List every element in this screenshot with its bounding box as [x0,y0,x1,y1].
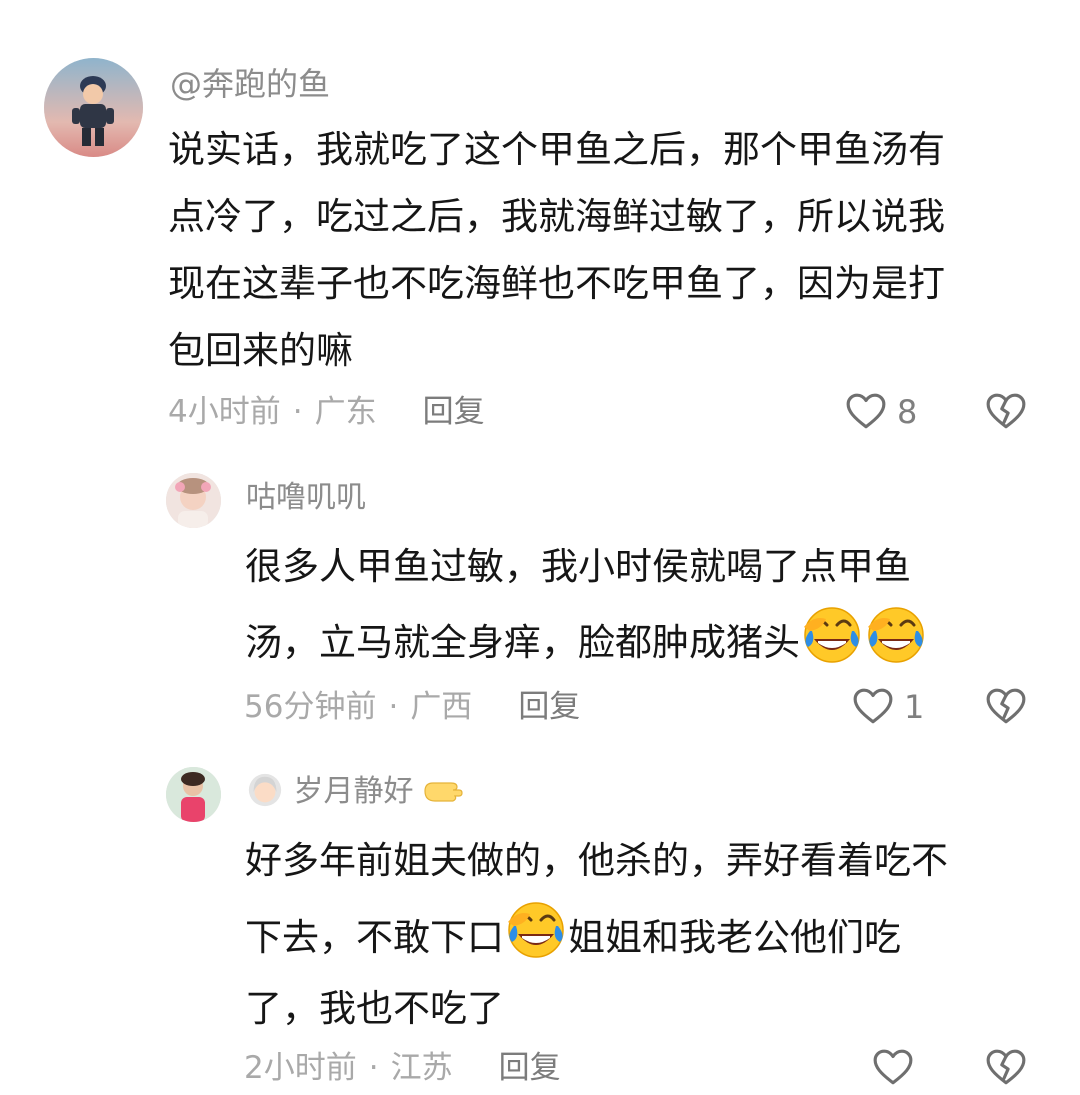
comment-line: 下去，不敢下口 姐姐和我老公他们吃 [245,896,948,973]
comment-meta: 4小时前 · 广东 回复 [168,390,485,434]
laugh-cry-emoji [864,601,928,665]
location: 广西 [410,689,473,725]
username[interactable]: @奔跑的鱼 [170,62,330,106]
like-count: 1 [904,688,925,726]
timestamp: 4小时前 [168,394,281,430]
comment-text: 很多人甲鱼过敏，我小时侯就喝了点甲鱼 汤，立马就全身痒，脸都肿成猪头 [245,533,928,677]
comment-line: 说实话，我就吃了这个甲鱼之后，那个甲鱼汤有 [168,128,945,171]
separator: · [368,1050,379,1086]
laugh-cry-emoji [504,896,568,960]
comment-line-text: 下去，不敢下口 [245,916,504,959]
avatar[interactable] [44,58,143,157]
reply-button[interactable]: 回复 [499,1046,561,1090]
username-row: 岁月静好 [246,771,463,813]
avatar[interactable] [166,473,221,528]
comment-line: 了，我也不吃了 [245,987,504,1030]
comment-line: 很多人甲鱼过敏，我小时侯就喝了点甲鱼 [245,545,911,588]
timestamp: 2小时前 [244,1050,357,1086]
heart-icon [852,686,894,728]
heart-icon [845,391,887,433]
comment-line-text: 姐姐和我老公他们吃 [568,916,901,959]
heart-icon [872,1047,914,1089]
broken-heart-icon[interactable] [985,686,1027,728]
avatar[interactable] [166,767,221,822]
comment-meta: 56分钟前 · 广西 回复 [244,685,580,729]
comment-line: 包回来的嘛 [168,329,353,372]
separator: · [292,394,303,430]
woman-emoji [248,773,282,807]
broken-heart-icon[interactable] [985,391,1027,433]
laugh-cry-emoji [800,601,864,665]
comment-line: 好多年前姐夫做的，他杀的，弄好看着吃不 [245,839,948,882]
username[interactable]: 岁月静好 [294,774,414,809]
comment-line: 汤，立马就全身痒，脸都肿成猪头 [245,601,928,677]
comment-meta: 2小时前 · 江苏 回复 [244,1046,561,1090]
like-button[interactable]: 1 [852,685,924,729]
comment-text: 说实话，我就吃了这个甲鱼之后，那个甲鱼汤有 点冷了，吃过之后，我就海鲜过敏了，所… [168,116,945,384]
location: 江苏 [390,1050,453,1086]
broken-heart-icon[interactable] [985,1047,1027,1089]
like-button[interactable] [872,1046,914,1090]
reply-button[interactable]: 回复 [423,390,485,434]
like-count: 8 [897,393,918,431]
username[interactable]: 咕噜叽叽 [246,477,366,519]
reply-button[interactable]: 回复 [518,685,580,729]
comment-text: 好多年前姐夫做的，他杀的，弄好看着吃不 下去，不敢下口 姐姐和我老公他们吃 了，我… [245,825,948,1044]
comment-line-text: 汤，立马就全身痒，脸都肿成猪头 [245,621,800,664]
location: 广东 [314,394,377,430]
comment-line: 现在这辈子也不吃海鲜也不吃甲鱼了，因为是打 [168,262,945,305]
separator: · [388,689,399,725]
hand-emoji [424,782,463,802]
comment-line: 点冷了，吃过之后，我就海鲜过敏了，所以说我 [168,195,945,238]
timestamp: 56分钟前 [244,689,377,725]
like-button[interactable]: 8 [845,390,917,434]
